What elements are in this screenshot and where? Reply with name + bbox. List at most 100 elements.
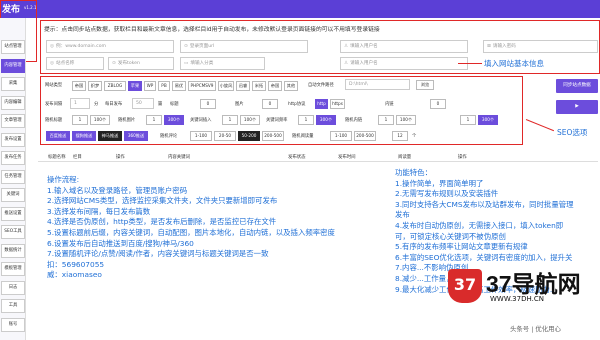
column-header: 操作 xyxy=(458,155,467,160)
ops-step: 4.选择是否伪原创，http类型，是否发布后删除，是否监控已存在文件 xyxy=(47,217,277,227)
author-input[interactable]: ♙ 请输入用户名 xyxy=(340,57,468,70)
kw-insert-toggle[interactable]: 1 xyxy=(222,115,238,125)
kw-freq-toggle[interactable]: 1 xyxy=(298,115,314,125)
kw-freq-label: 关键词频率 xyxy=(266,118,288,123)
cms-type-label: 网站类型 xyxy=(45,83,63,88)
read-count[interactable]: 12 xyxy=(392,131,408,141)
read-range-2[interactable]: 200-500 xyxy=(354,131,376,141)
title-toggle[interactable]: 0 xyxy=(200,99,216,109)
cms-option-button[interactable]: ZBLOG xyxy=(104,81,126,91)
cms-option-button[interactable]: 苹果 xyxy=(128,81,142,91)
site-url-input[interactable]: ◎ 例：www.domain.com xyxy=(46,40,174,53)
start-publish-button[interactable]: ▶ xyxy=(556,100,598,114)
http-option[interactable]: http xyxy=(315,99,328,109)
pic-toggle[interactable]: 0 xyxy=(262,99,278,109)
cms-option-button[interactable]: 其他 xyxy=(284,81,298,91)
login-url-input[interactable]: ⊙ 登录页面url xyxy=(180,40,308,53)
cms-option-button[interactable]: PB xyxy=(158,81,170,91)
seo-arrow xyxy=(525,119,555,132)
seo-label: SEO选项 xyxy=(557,128,588,137)
sidebar-item[interactable]: 工具 xyxy=(1,299,25,313)
watermark-text: 37导航网 xyxy=(486,271,581,297)
operation-steps: 操作流程: 1.输入域名以及登录路径，管理员账户密码 2.选择网站CMS类型，选择监… xyxy=(47,175,335,281)
token-input[interactable]: ⊙ 发布token xyxy=(108,57,174,70)
sidebar-item[interactable]: 采集 xyxy=(1,77,25,91)
random-title-count[interactable]: 100个 xyxy=(90,115,110,125)
minute-unit: 分 xyxy=(94,102,99,107)
watermark-url: WWW.37DH.CN xyxy=(490,295,544,303)
site-name-input[interactable]: ◎ 站点名称 xyxy=(46,57,104,70)
wx-label: 威： xyxy=(47,270,62,280)
push-option-button[interactable]: 百度推送 xyxy=(46,131,70,141)
feature-item: 2.无需写发布规则以及安装插件 xyxy=(395,189,499,199)
random-link-toggle-2[interactable]: 1 xyxy=(460,115,476,125)
site-info-arrow xyxy=(458,63,482,65)
sidebar-item[interactable]: 文章管理 xyxy=(1,114,25,128)
random-pic-count[interactable]: 300个 xyxy=(164,115,184,125)
sidebar-item[interactable]: 任务管理 xyxy=(1,169,25,184)
cms-option-button[interactable]: 迅睿 xyxy=(236,81,250,91)
pic-label: 图片 xyxy=(235,102,244,107)
push-option-button[interactable]: 搜狗推送 xyxy=(72,131,96,141)
push-option-button[interactable]: 神马推送 xyxy=(98,131,122,141)
sidebar-item[interactable]: 内容编辑 xyxy=(1,95,25,110)
random-link-count[interactable]: 100个 xyxy=(396,115,416,125)
password-input[interactable]: ⊠ 请输入密码 xyxy=(483,40,598,53)
sync-site-button[interactable]: 同步站点数据 xyxy=(556,79,598,93)
feature-item: 发布 xyxy=(395,210,410,220)
sidebar-item[interactable]: 站点管理 xyxy=(1,40,25,54)
ops-step: 7.设置随机评论/点赞/阅读/作者，内容关键词与标题关键词是否一致 xyxy=(47,249,269,259)
comment-range-button[interactable]: 50-200 xyxy=(238,131,260,141)
sidebar-item[interactable]: 推送设置 xyxy=(1,206,25,221)
https-option[interactable]: https xyxy=(330,99,345,109)
sidebar-item[interactable]: 日志 xyxy=(1,280,25,295)
sidebar-item[interactable]: 账号 xyxy=(1,317,25,332)
sidebar-item[interactable]: 关键词 xyxy=(1,188,25,202)
cms-option-button[interactable]: 织梦 xyxy=(88,81,102,91)
daily-publish-label: 每日发布 xyxy=(105,102,123,107)
kw-insert-label: 关键词插入 xyxy=(190,118,212,123)
folder-path-input[interactable]: D:\html\ xyxy=(345,79,410,90)
random-link-count-2[interactable]: 300个 xyxy=(478,115,498,125)
push-option-button[interactable]: 360推送 xyxy=(124,131,148,141)
sidebar-item[interactable]: 内容管理 xyxy=(1,58,25,73)
cms-option-button[interactable]: PHPCMSV9 xyxy=(188,81,216,91)
publish-interval-input[interactable]: 1 xyxy=(70,98,90,109)
ops-step: 2.选择网站CMS类型，选择监控采集文件夹，文件夹只要新增即可发布 xyxy=(47,196,278,206)
comment-range-button[interactable]: 1-100 xyxy=(190,131,212,141)
random-link-toggle[interactable]: 1 xyxy=(378,115,394,125)
comment-range-button[interactable]: 20-50 xyxy=(214,131,236,141)
ops-step: 6.设置发布后自动推送到百度/搜狗/神马/360 xyxy=(47,238,194,248)
sidebar-item[interactable]: 模板管理 xyxy=(1,262,25,276)
sidebar-item[interactable]: SEO工具 xyxy=(1,225,25,239)
contact-wx: 威：xiaomaseo xyxy=(47,270,335,281)
qq-number: 569607055 xyxy=(61,259,105,269)
daily-publish-input[interactable]: 50 xyxy=(132,98,154,109)
column-header: 阅读量 xyxy=(398,155,412,160)
folder-icon: ▭ xyxy=(184,61,189,66)
category-input[interactable]: ▭ 填输入分类 xyxy=(180,57,265,70)
sidebar-item[interactable]: 数据统计 xyxy=(1,243,25,258)
username-input[interactable]: ♙ 填输入用户名 xyxy=(340,40,468,53)
read-range-1[interactable]: 1-100 xyxy=(330,131,352,141)
cms-option-button[interactable]: WP xyxy=(144,81,156,91)
sidebar-item[interactable]: 发布任务 xyxy=(1,151,25,165)
cms-option-button[interactable]: 帝国 xyxy=(72,81,86,91)
browse-button[interactable]: 浏览 xyxy=(416,80,434,90)
link-toggle[interactable]: 0 xyxy=(430,99,446,109)
publish-interval-label: 发布间隔 xyxy=(45,102,63,107)
random-pic-toggle[interactable]: 1 xyxy=(146,115,162,125)
sidebar-item[interactable]: 发布设置 xyxy=(1,132,25,147)
link-label: 内链 xyxy=(385,102,394,107)
kw-freq-count[interactable]: 300个 xyxy=(316,115,336,125)
random-title-toggle[interactable]: 1 xyxy=(72,115,88,125)
table-header: 标题名称 栏目 操作 内容关键词 发布状态 发布时间 阅读量 操作 xyxy=(38,153,598,162)
sidebar: 站点管理内容管理采集内容编辑文章管理发布设置发布任务任务管理关键词推送设置 SEO… xyxy=(0,18,26,340)
comment-range-button[interactable]: 200-500 xyxy=(262,131,284,141)
cms-option-button[interactable]: 帝国 xyxy=(268,81,282,91)
cms-option-button[interactable]: 易优 xyxy=(172,81,186,91)
feature-item: 5.有序的发布频率让网站文章更新有规律 xyxy=(395,242,528,252)
cms-option-button[interactable]: 小旋风 xyxy=(218,81,234,91)
cms-option-button[interactable]: 米拓 xyxy=(252,81,266,91)
kw-insert-count[interactable]: 100个 xyxy=(240,115,260,125)
